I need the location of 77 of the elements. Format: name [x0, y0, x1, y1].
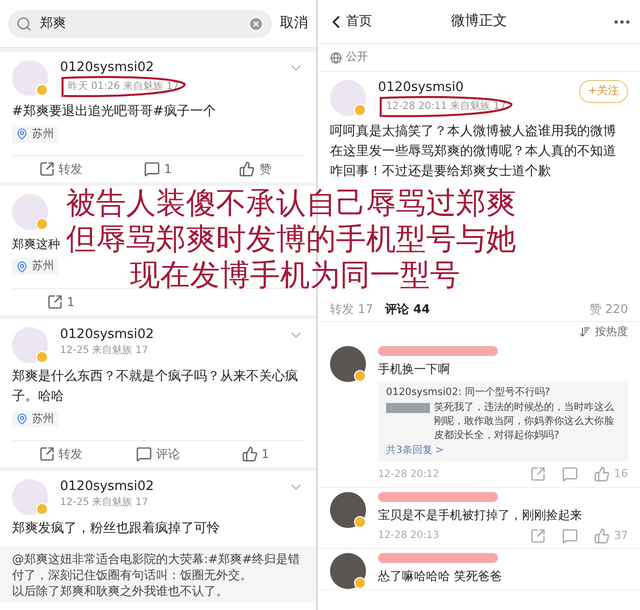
comment-time: 12-28 20:13	[378, 529, 440, 544]
search-icon	[16, 16, 32, 32]
post-text: 郑爽这种	[12, 236, 60, 254]
username[interactable]: 0120sysmsi02	[60, 478, 154, 495]
share-icon	[38, 446, 55, 462]
verified-badge-icon	[36, 218, 48, 230]
location-tag[interactable]: 苏州	[12, 258, 58, 275]
post-text: 郑爽发疯了，粉丝也跟着疯掉了可怜	[12, 520, 221, 538]
thumbs-up-icon	[239, 161, 256, 178]
clear-icon[interactable]	[248, 16, 264, 32]
share-icon[interactable]	[530, 466, 546, 482]
thumbs-up-icon	[594, 466, 610, 482]
username[interactable]: 0120sysmsi0	[378, 80, 464, 96]
thumbs-up-icon	[242, 446, 258, 462]
search-value: 郑爽	[40, 14, 67, 33]
username[interactable]: 0120sysmsi02	[60, 326, 154, 342]
verified-badge-icon	[354, 516, 366, 528]
action-button[interactable]: 1	[144, 160, 172, 178]
action-button[interactable]: 1	[242, 444, 270, 463]
globe-icon	[330, 52, 342, 64]
repost-text: @郑爽这妞非常适合电影院的大荧幕:#郑爽#终归是错付了，深刻记住饭圈有句话叫：饭圈无外交。	[12, 550, 302, 583]
username[interactable]: 0120sysmsi02	[60, 60, 154, 76]
sort-button[interactable]: 按热度	[595, 324, 628, 340]
map-pin-icon	[16, 128, 28, 140]
like-count: 赞 220	[589, 300, 628, 318]
location-name: 苏州	[32, 410, 54, 426]
thumbs-up-icon	[594, 528, 610, 544]
comment-icon[interactable]	[562, 528, 578, 544]
annotation-caption: 被告人装傻不承认自己辱骂过郑爽	[66, 186, 516, 222]
reply-text: 笑死我了，违法的时候怂的，当时咋这么刚呢，敢作敢当阿，你妈养你这么大你脸皮都没长全，对得起你妈吗?	[434, 401, 615, 443]
post-text: 呵呵真是太搞笑了？本人微博被人盗谁用我的微博在这里发一些辱骂郑爽的微博呢？本人真的不知道咋回事！不过还是要给郑爽女士道个歉	[330, 123, 617, 181]
page-title: 微博正文	[450, 12, 508, 31]
comment-icon	[136, 446, 152, 462]
tab[interactable]: 评论 44	[385, 300, 430, 318]
repost-text: 以后除了郑爽和耿爽之外我谁也不认了。	[12, 582, 229, 599]
comment-text: 手机换一下啊	[378, 361, 451, 378]
blurred-name	[386, 403, 430, 413]
post-meta: 12-28 20:11 来自魅族 17	[386, 101, 506, 113]
location-name: 苏州	[32, 126, 54, 142]
post-meta: 12-25 来自魅族 17	[60, 496, 148, 509]
sort-icon	[579, 326, 591, 338]
comment-text: 怂了嘛哈哈哈 笑死爸爸	[378, 568, 503, 585]
post-text: #郑爽要退出追光吧哥哥#疯子一个	[12, 103, 217, 121]
post-text: 郑爽是什么东西？不就是个疯子吗？从来不关心疯子。哈哈	[12, 368, 299, 406]
location-name: 苏州	[32, 258, 54, 274]
location-tag[interactable]: 苏州	[12, 410, 58, 427]
action-button[interactable]: 转发	[38, 160, 83, 178]
more-replies-link[interactable]: 共3条回复 >	[386, 444, 444, 458]
verified-badge-icon	[354, 370, 366, 382]
back-button[interactable]: 首页	[326, 12, 406, 32]
verified-badge-icon	[354, 577, 366, 589]
map-pin-icon	[16, 412, 28, 425]
share-icon	[38, 161, 55, 178]
action-button[interactable]: 评论	[136, 444, 180, 463]
cancel-button[interactable]: 取消	[280, 13, 308, 34]
share-icon	[46, 294, 63, 310]
annotation-caption: 现在发博手机为同一型号	[130, 258, 460, 294]
comment-text: 宝贝是不是手机被打掉了，刚刚捡起来	[378, 506, 583, 524]
comment-icon	[144, 161, 160, 178]
verified-badge-icon	[36, 350, 48, 362]
action-button[interactable]: 赞	[239, 160, 272, 178]
verified-badge-icon	[36, 502, 48, 515]
visibility-label: 公开	[346, 49, 368, 66]
reply-text: 0120sysmsi02: 同一个型号不行吗?	[386, 386, 552, 400]
location-tag[interactable]: 苏州	[12, 126, 58, 142]
share-icon[interactable]	[530, 528, 546, 544]
map-pin-icon	[16, 260, 28, 272]
verified-badge-icon	[36, 84, 48, 96]
comment-time: 12-28 20:12	[378, 468, 440, 482]
search-field[interactable]: 郑爽	[8, 10, 272, 38]
action-button[interactable]: 1	[46, 292, 74, 310]
action-button[interactable]: 转发	[38, 444, 83, 463]
comment-icon[interactable]	[562, 466, 578, 482]
annotation-caption: 但辱骂郑爽时发博的手机型号与她	[66, 222, 516, 258]
verified-badge-icon	[354, 104, 366, 116]
post-meta: 12-25 来自魅族 17	[60, 344, 148, 356]
post-meta: 昨天 01:26 来自魅族 17	[68, 81, 180, 93]
